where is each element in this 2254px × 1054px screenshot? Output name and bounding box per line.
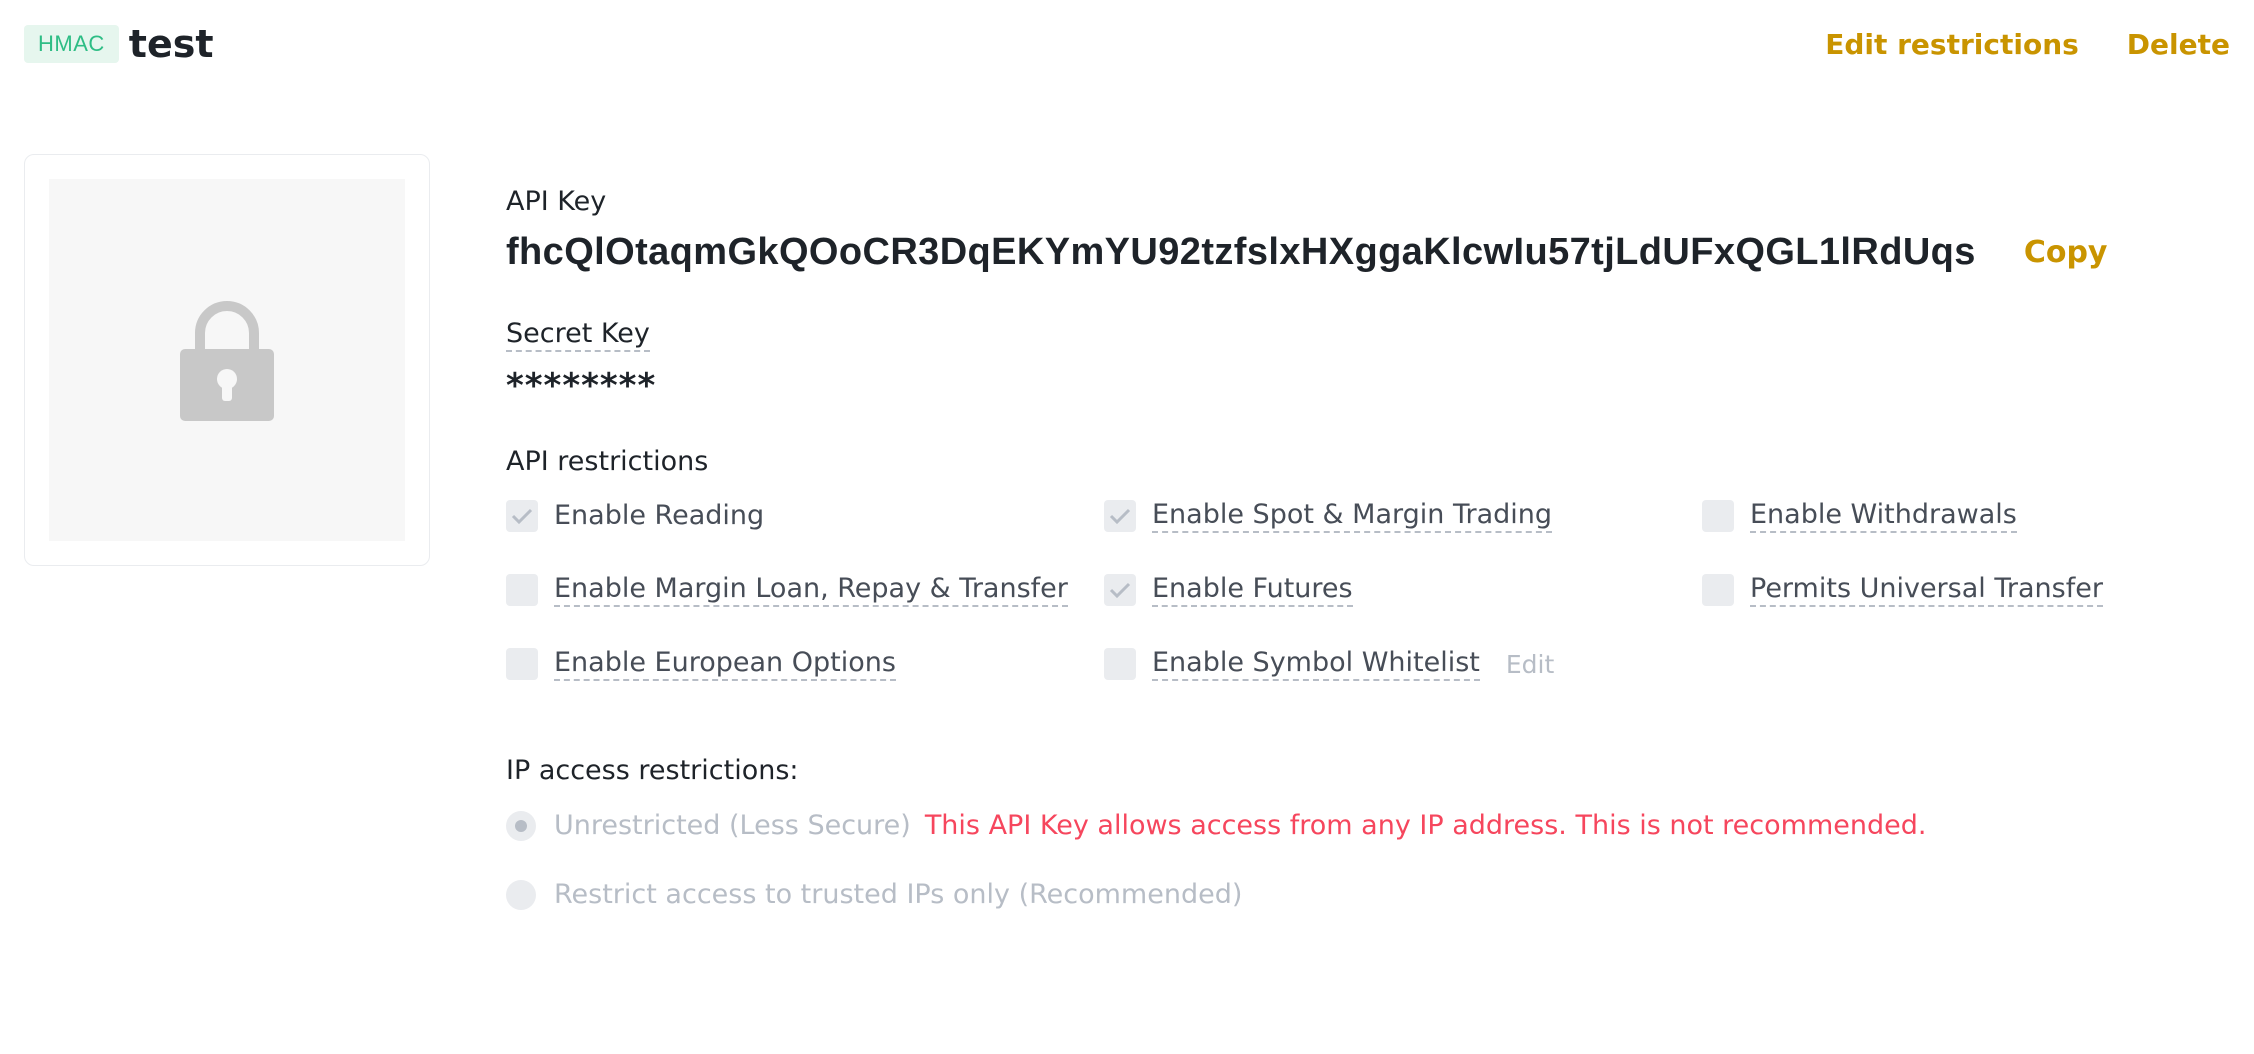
option-enable-margin-loan[interactable]: Enable Margin Loan, Repay & Transfer [506,571,1104,609]
ip-restrictions-title: IP access restrictions: [506,755,799,786]
lock-icon [180,301,274,421]
radio-label: Restrict access to trusted IPs only (Rec… [554,879,1243,910]
api-key-label: API Key [506,186,607,217]
option-label: Enable Reading [554,500,765,531]
checkbox[interactable] [1104,574,1136,606]
api-key-detail-page: HMAC test Edit restrictions Delete API K… [0,0,2254,1054]
option-label: Enable European Options [554,647,896,681]
check-icon [1109,582,1131,599]
checkbox[interactable] [506,648,538,680]
ip-option-unrestricted[interactable]: Unrestricted (Less Secure) This API Key … [506,810,2206,841]
ip-warning-text: This API Key allows access from any IP a… [924,810,1927,841]
option-enable-spot-margin-trading[interactable]: Enable Spot & Margin Trading [1104,497,1702,535]
checkbox[interactable] [506,574,538,606]
option-enable-symbol-whitelist[interactable]: Enable Symbol Whitelist Edit [1104,645,1702,683]
api-key-row: fhcQlOtaqmGkQOoCR3DqEKYmYU92tzfslxHXggaK… [506,231,2206,274]
api-key-value: fhcQlOtaqmGkQOoCR3DqEKYmYU92tzfslxHXggaK… [506,231,1976,273]
secret-key-value: ******** [506,366,657,406]
option-enable-futures[interactable]: Enable Futures [1104,571,1702,609]
copy-button[interactable]: Copy [2024,235,2108,270]
secret-key-label[interactable]: Secret Key [506,318,650,352]
lock-card [24,154,430,566]
radio-label: Unrestricted (Less Secure) [554,810,911,841]
symbol-whitelist-edit-link[interactable]: Edit [1506,650,1554,679]
header: HMAC test Edit restrictions Delete [24,16,2230,72]
ip-option-restricted[interactable]: Restrict access to trusted IPs only (Rec… [506,879,2206,910]
api-restrictions-grid: Enable Reading Enable Spot & Margin Trad… [506,497,2206,683]
option-label: Permits Universal Transfer [1750,573,2103,607]
option-label: Enable Spot & Margin Trading [1152,499,1553,533]
option-enable-reading[interactable]: Enable Reading [506,497,1104,535]
delete-button[interactable]: Delete [2127,28,2230,61]
header-actions: Edit restrictions Delete [1825,28,2230,61]
option-label: Enable Futures [1152,573,1353,607]
api-key-content: API Key fhcQlOtaqmGkQOoCR3DqEKYmYU92tzfs… [506,186,2206,910]
option-permits-universal-transfer[interactable]: Permits Universal Transfer [1702,571,2202,609]
check-icon [511,508,533,525]
hmac-badge: HMAC [24,25,119,63]
option-enable-european-options[interactable]: Enable European Options [506,645,1104,683]
checkbox[interactable] [506,500,538,532]
option-label: Enable Margin Loan, Repay & Transfer [554,573,1068,607]
radio-button[interactable] [506,879,536,910]
api-restrictions-title: API restrictions [506,446,709,477]
api-key-name: test [128,22,214,66]
checkbox[interactable] [1702,500,1734,532]
lock-image [49,179,405,541]
option-label: Enable Withdrawals [1750,499,2017,533]
option-label: Enable Symbol Whitelist [1152,647,1480,681]
checkbox[interactable] [1104,648,1136,680]
check-icon [1109,508,1131,525]
radio-button[interactable] [506,810,536,841]
checkbox[interactable] [1104,500,1136,532]
option-enable-withdrawals[interactable]: Enable Withdrawals [1702,497,2202,535]
edit-restrictions-button[interactable]: Edit restrictions [1825,28,2079,61]
checkbox[interactable] [1702,574,1734,606]
